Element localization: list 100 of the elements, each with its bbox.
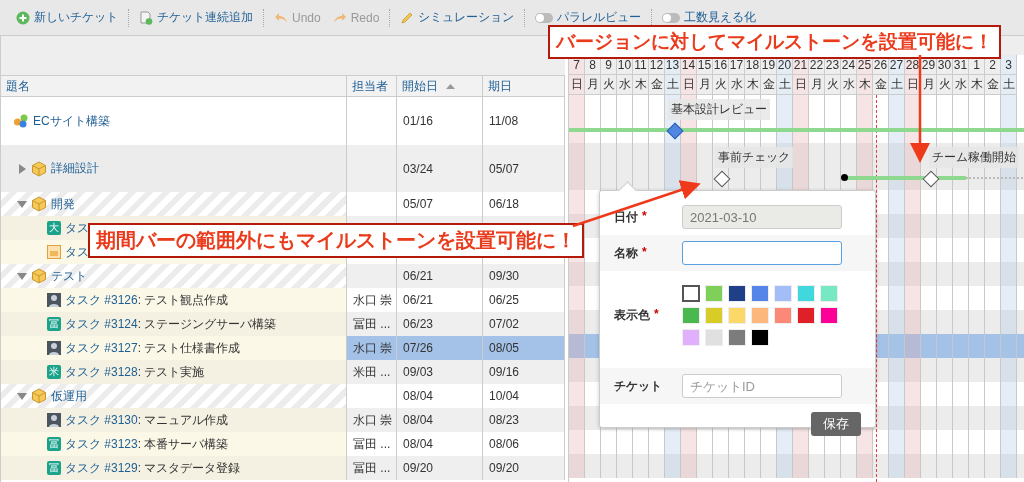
- callout: 期間バーの範囲外にもマイルストーンを設置可能に！: [88, 223, 584, 258]
- day-column: [665, 143, 681, 190]
- expand-toggle-icon[interactable]: [17, 199, 27, 209]
- toolbar-button[interactable]: 新しいチケット: [10, 9, 124, 26]
- day-column: [905, 382, 921, 406]
- avatar-badge: 大: [47, 221, 61, 235]
- day-column: [777, 430, 793, 454]
- task-title: タスク #3127: テスト仕様書作成: [65, 339, 241, 357]
- weekday-label: 土: [1001, 75, 1017, 95]
- ticket-icon: [47, 245, 61, 259]
- day-column: [793, 95, 809, 143]
- project-link[interactable]: ECサイト構築: [33, 112, 110, 130]
- start-date: 07/26: [403, 341, 434, 355]
- day-column: [1001, 382, 1017, 406]
- day-column: [1001, 430, 1017, 454]
- weekday-label: 土: [889, 75, 905, 95]
- start-date: 08/04: [403, 437, 434, 451]
- weekday-label: 木: [857, 75, 873, 95]
- input-field[interactable]: [682, 241, 842, 265]
- package-icon: [31, 196, 47, 212]
- milestone-label: 事前チェック: [715, 147, 793, 168]
- version-link[interactable]: 詳細設計: [51, 160, 99, 177]
- day-column: [569, 406, 585, 430]
- avatar-badge: 冨: [47, 317, 61, 331]
- avatar-badge: 冨: [47, 461, 61, 475]
- avatar-badge: 冨: [47, 437, 61, 451]
- day-column: [905, 238, 921, 262]
- day-column: [857, 143, 873, 190]
- day-column: [889, 406, 905, 430]
- task-title: タス: [65, 219, 89, 237]
- due-date: 05/07: [489, 161, 520, 176]
- pencil-icon: [400, 10, 415, 25]
- weekday-label: 火: [713, 75, 729, 95]
- day-column: [569, 262, 585, 286]
- field-label: 表示色 *: [614, 307, 660, 324]
- day-column: [889, 358, 905, 382]
- day-column: [569, 95, 585, 143]
- toggle-switch[interactable]: [662, 12, 681, 23]
- color-swatch[interactable]: [682, 285, 700, 302]
- day-column: [569, 358, 585, 382]
- redo-icon: [332, 11, 347, 24]
- column-header[interactable]: 期日: [483, 76, 565, 96]
- expand-toggle-icon[interactable]: [17, 163, 27, 174]
- day-column: [857, 95, 873, 143]
- weekday-label: 水: [841, 75, 857, 95]
- day-column: [1001, 262, 1017, 286]
- field-label: 名称 *: [614, 244, 648, 262]
- milestone-label: チーム稼働開始: [929, 147, 1019, 168]
- day-column: [793, 143, 809, 190]
- avatar-icon: [47, 413, 61, 427]
- weekday-label: 日: [681, 75, 697, 95]
- day-column: [665, 430, 681, 454]
- day-column: [793, 454, 809, 478]
- day-column: [889, 286, 905, 310]
- day-column: [889, 454, 905, 478]
- toolbar-button[interactable]: チケット連続追加: [133, 9, 259, 26]
- day-column: [889, 430, 905, 454]
- weekday-label: 月: [921, 75, 937, 95]
- document-plus-icon: [139, 10, 153, 25]
- avatar-icon: [47, 293, 61, 307]
- expand-toggle-icon[interactable]: [17, 271, 27, 281]
- weekday-label: 水: [617, 75, 633, 95]
- day-column: [905, 310, 921, 334]
- day-column: [1001, 286, 1017, 310]
- day-column: [681, 143, 697, 190]
- start-date: 09/03: [403, 365, 434, 379]
- day-column: [777, 454, 793, 478]
- start-date: 03/24: [403, 161, 434, 176]
- version-link[interactable]: 仮運用: [51, 387, 87, 405]
- weekday-label: 土: [665, 75, 681, 95]
- day-column: [905, 214, 921, 238]
- start-date: 01/16: [403, 114, 434, 128]
- weekday-label: 水: [953, 75, 969, 95]
- column-header[interactable]: 題名: [1, 76, 347, 96]
- column-header[interactable]: 開始日: [397, 76, 483, 96]
- input-field[interactable]: チケットID: [682, 374, 842, 398]
- callout: バージョンに対してマイルストーンを設置可能に！: [548, 25, 1001, 59]
- toggle-switch[interactable]: [535, 12, 554, 23]
- assignee: 冨田 ...: [353, 459, 391, 477]
- day-column: [569, 310, 585, 334]
- toolbar-button[interactable]: シミュレーション: [394, 9, 521, 26]
- project-icon: [13, 114, 29, 128]
- weekday-label: 月: [697, 75, 713, 95]
- day-column: [905, 262, 921, 286]
- column-header[interactable]: 担当者: [347, 76, 397, 96]
- weekday-label: 木: [633, 75, 649, 95]
- version-link[interactable]: 開発: [51, 195, 75, 213]
- version-link[interactable]: テスト: [51, 267, 87, 285]
- package-icon: [31, 388, 47, 404]
- assignee: 米田 ...: [353, 363, 391, 381]
- day-column: [905, 95, 921, 143]
- day-column: [1001, 358, 1017, 382]
- day-column: [569, 382, 585, 406]
- day-column: [905, 286, 921, 310]
- day-column: [569, 430, 585, 454]
- day-column: [889, 382, 905, 406]
- save-button[interactable]: 保存: [811, 412, 861, 436]
- package-icon: [31, 160, 47, 177]
- expand-toggle-icon[interactable]: [17, 391, 27, 401]
- day-column: [905, 454, 921, 478]
